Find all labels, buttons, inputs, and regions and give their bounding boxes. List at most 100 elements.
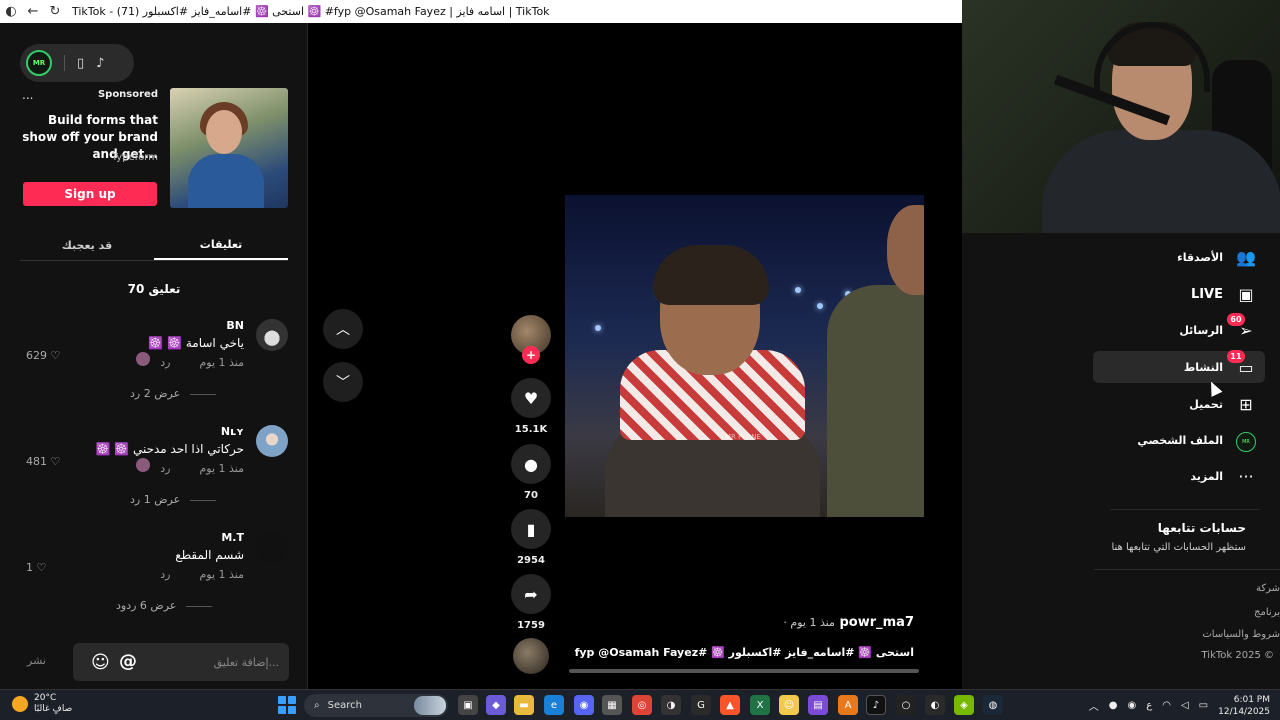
video-author[interactable]: · منذ 1 يوم powr_ma7 (783, 615, 914, 630)
back-arrow-icon[interactable]: ← (22, 0, 44, 23)
comment-input[interactable] (159, 643, 279, 681)
tab-you-may-like[interactable]: قد يعجبك (20, 230, 154, 260)
edge-icon[interactable]: e (544, 695, 564, 715)
reply-link[interactable]: رد (160, 356, 170, 369)
app-circle-icon[interactable]: ○ (896, 695, 916, 715)
commenter-avatar[interactable] (256, 531, 288, 563)
weather-widget[interactable]: 20°C صافٍ غالبًا (12, 693, 72, 715)
comments-panel: MR ▯ ♪ ... Sponsored Build forms that sh… (0, 23, 308, 689)
reply-link[interactable]: رد (160, 568, 170, 581)
like-action[interactable]: ♥ 15.1K (509, 378, 553, 435)
network-icon[interactable]: ◠ (1162, 700, 1171, 711)
commenter-avatar[interactable] (256, 425, 288, 457)
phone-icon[interactable]: ▯ (77, 56, 84, 71)
comment-username[interactable]: Nʟʏ (221, 425, 244, 438)
view-replies[interactable]: عرض 2 رد (130, 387, 216, 400)
app-icon[interactable]: ▦ (602, 695, 622, 715)
comment-meta: منذ 1 يوم رد (160, 356, 244, 369)
next-video-button[interactable]: ﹀ (323, 362, 363, 402)
video-caption[interactable]: استحى ☸️ #اسامه_فايز #اكسبلور ☸️ #fyp @O… (575, 646, 914, 659)
discord-icon[interactable]: ◉ (574, 695, 594, 715)
file-explorer-icon[interactable]: ▬ (514, 695, 534, 715)
view-replies[interactable]: عرض 1 رد (130, 493, 216, 506)
share-arrow-icon[interactable]: ➦ (511, 574, 551, 614)
clock[interactable]: 6:01 PM 12/14/2025 (1218, 694, 1270, 718)
nvidia-icon[interactable]: ◈ (954, 695, 974, 715)
heart-outline-icon[interactable]: ♡ (51, 349, 61, 362)
battery-icon[interactable]: ▭ (1199, 700, 1208, 711)
steam-icon[interactable]: ◍ (983, 695, 1003, 715)
comment-likes[interactable]: 629 ♡ (26, 349, 60, 362)
app-dark-icon[interactable]: ◐ (925, 695, 945, 715)
share-action[interactable]: ➦ 1759 (509, 574, 553, 631)
upload-icon: ⊞ (1239, 394, 1253, 414)
comment-username[interactable]: BN (226, 319, 244, 332)
heart-icon[interactable]: ♥ (511, 378, 551, 418)
friends-icon: 👥 (1236, 247, 1256, 267)
commenter-avatar[interactable] (256, 319, 288, 351)
tray-app-icon[interactable]: ● (1109, 700, 1118, 711)
post-button[interactable]: نشر (27, 654, 46, 667)
nav-messages[interactable]: الرسائل ➢ 60 (1093, 312, 1265, 346)
app-purple-icon[interactable]: ▤ (808, 695, 828, 715)
footer-terms[interactable]: شروط والسياسات (1202, 629, 1280, 640)
footer-company[interactable]: شركة (1256, 583, 1280, 594)
tiktok-taskbar-icon[interactable]: ♪ (866, 695, 886, 715)
app-g-icon[interactable]: G (691, 695, 711, 715)
volume-icon[interactable]: ◁ (1181, 700, 1189, 711)
save-action[interactable]: ▮ 2954 (509, 509, 553, 566)
copilot-icon[interactable]: ◆ (486, 695, 506, 715)
comment-likes[interactable]: 481 ♡ (26, 455, 60, 468)
nav-friends[interactable]: الأصدقاء 👥 (1093, 241, 1265, 273)
comment-username[interactable]: M.T (221, 531, 244, 544)
user-avatar[interactable]: MR (26, 50, 52, 76)
whatsapp-icon[interactable]: ☺ (779, 695, 799, 715)
task-view-icon[interactable]: ▣ (458, 695, 478, 715)
next-creator-avatar[interactable] (513, 638, 549, 674)
bookmark-icon[interactable]: ▮ (511, 509, 551, 549)
keyboard-language[interactable]: ع (1146, 700, 1152, 711)
brave-icon[interactable]: ▲ (720, 695, 740, 715)
windows-start-icon[interactable] (278, 696, 296, 714)
view-replies[interactable]: عرض 6 ردود (116, 599, 212, 612)
tab-comments[interactable]: تعليقات (154, 230, 288, 260)
mention-icon[interactable]: @ (119, 651, 137, 672)
profile-icon: MR (1235, 428, 1257, 452)
ad-signup-button[interactable]: Sign up (23, 182, 157, 206)
emoji-icon[interactable]: ☺ (91, 652, 110, 673)
reply-link[interactable]: رد (160, 462, 170, 475)
taskbar-search[interactable]: ⌕ Search (304, 694, 448, 717)
tray-chevron-icon[interactable]: ︿ (1089, 698, 1099, 713)
comment-action[interactable]: ● 70 (509, 444, 553, 501)
heart-outline-icon[interactable]: ♡ (37, 561, 47, 574)
ad-brand[interactable]: Typeform (112, 152, 158, 163)
nav-upload[interactable]: تحميل ⊞ (1093, 388, 1265, 420)
ad-thumbnail[interactable] (170, 88, 288, 208)
excel-icon[interactable]: X (750, 695, 770, 715)
heart-outline-icon[interactable]: ♡ (51, 455, 61, 468)
video-player[interactable]: MR FLONE (565, 195, 924, 517)
author-username[interactable]: powr_ma7 (839, 615, 914, 630)
nav-profile[interactable]: الملف الشخصي MR (1093, 424, 1265, 456)
reload-icon[interactable]: ↻ (44, 0, 66, 23)
comment-bubble-icon[interactable]: ● (511, 444, 551, 484)
chrome-icon[interactable]: ◎ (632, 695, 652, 715)
nav-more[interactable]: المزيد ··· (1093, 460, 1265, 492)
follow-plus-button[interactable]: + (522, 346, 540, 364)
activity-badge: 11 (1227, 349, 1245, 363)
live-icon: ▣ (1238, 284, 1254, 304)
nav-activity[interactable]: النشاط ▭ 11 (1093, 349, 1265, 383)
nav-live[interactable]: LIVE ▣ (1093, 278, 1265, 310)
comment-likes[interactable]: 1 ♡ (26, 561, 46, 574)
app-orange-icon[interactable]: A (838, 695, 858, 715)
footer-program[interactable]: برنامج (1254, 607, 1280, 618)
previous-video-button[interactable]: ︿ (323, 309, 363, 349)
tiktok-icon[interactable]: ♪ (96, 56, 104, 71)
tray-app-icon[interactable]: ◉ (1128, 700, 1137, 711)
following-header: حسابات تتابعها (1157, 521, 1246, 535)
video-progress-bar[interactable] (569, 669, 919, 673)
ad-more-button[interactable]: ... (22, 88, 33, 102)
comment-item: BN ياخي اسامة ☸️ ☸️ منذ 1 يوم رد 629 ♡ ع… (20, 319, 288, 409)
obs-icon[interactable]: ◑ (661, 695, 681, 715)
comment-meta: منذ 1 يوم رد (160, 568, 244, 581)
